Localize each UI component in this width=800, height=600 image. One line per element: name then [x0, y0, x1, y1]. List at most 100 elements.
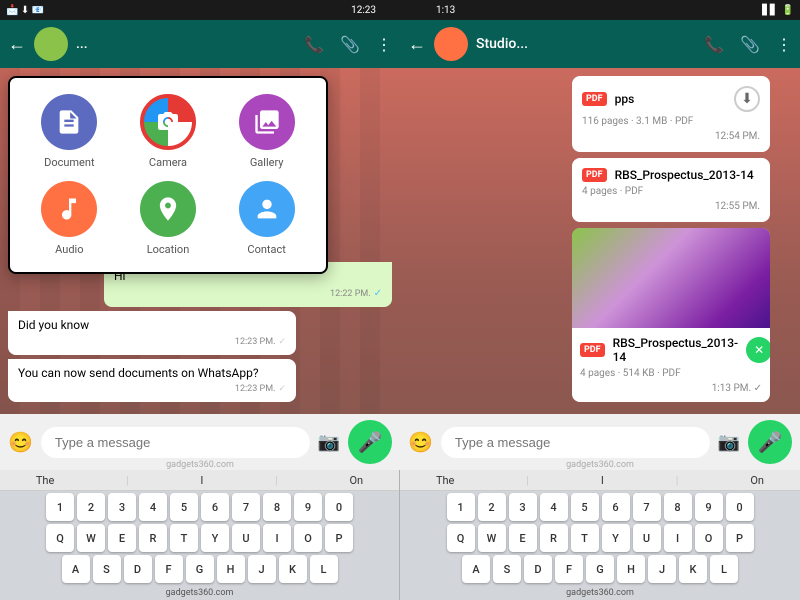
key-j[interactable]: J — [248, 555, 276, 583]
camera-button-left[interactable]: 📷 — [318, 432, 340, 453]
key-r-5[interactable]: 5 — [571, 493, 599, 521]
suggestion-right-3[interactable]: On — [750, 474, 764, 487]
key-4[interactable]: 4 — [139, 493, 167, 521]
mic-button-right[interactable]: 🎤 — [748, 420, 792, 464]
attach-camera[interactable]: Camera — [125, 94, 212, 169]
key-y[interactable]: Y — [201, 524, 229, 552]
key-t[interactable]: T — [170, 524, 198, 552]
key-r-a[interactable]: A — [462, 555, 490, 583]
camera-button-right[interactable]: 📷 — [718, 432, 740, 453]
key-r-1[interactable]: 1 — [447, 493, 475, 521]
key-r-h[interactable]: H — [617, 555, 645, 583]
key-6[interactable]: 6 — [201, 493, 229, 521]
attach-contact[interactable]: Contact — [223, 181, 310, 256]
suggestion-right-1[interactable]: The — [436, 474, 454, 487]
message-input-left[interactable] — [41, 427, 310, 458]
msg-documents: You can now send documents on WhatsApp? … — [8, 359, 296, 402]
right-time: 1:13 — [436, 5, 455, 16]
key-r-i[interactable]: I — [664, 524, 692, 552]
key-i[interactable]: I — [263, 524, 291, 552]
key-u[interactable]: U — [232, 524, 260, 552]
more-icon-right[interactable]: ⋮ — [776, 35, 792, 54]
key-r-l[interactable]: L — [710, 555, 738, 583]
key-r-s[interactable]: S — [493, 555, 521, 583]
back-button-left[interactable]: ← — [8, 34, 26, 55]
key-r-r[interactable]: R — [540, 524, 568, 552]
status-bar: 📩 ⬇ 📧 12:23 1:13 ▋▋ 🔋 — [0, 0, 800, 20]
message-input-right[interactable] — [441, 427, 710, 458]
key-r-9[interactable]: 9 — [695, 493, 723, 521]
key-r-t[interactable]: T — [571, 524, 599, 552]
key-r-p[interactable]: P — [726, 524, 754, 552]
key-r-q[interactable]: Q — [447, 524, 475, 552]
key-5[interactable]: 5 — [170, 493, 198, 521]
key-2[interactable]: 2 — [77, 493, 105, 521]
signal-icon: ▋▋ — [762, 5, 777, 16]
key-r-j[interactable]: J — [648, 555, 676, 583]
key-r-f[interactable]: F — [555, 555, 583, 583]
key-q[interactable]: Q — [46, 524, 74, 552]
key-d[interactable]: D — [124, 555, 152, 583]
emoji-button-left[interactable]: 😊 — [8, 430, 33, 454]
key-r-g[interactable]: G — [586, 555, 614, 583]
phone-icon-right[interactable]: 📞 — [704, 35, 724, 54]
key-r-e[interactable]: E — [509, 524, 537, 552]
back-button-right[interactable]: ← — [408, 34, 426, 55]
key-w[interactable]: W — [77, 524, 105, 552]
key-1[interactable]: 1 — [46, 493, 74, 521]
key-g[interactable]: G — [186, 555, 214, 583]
key-r-d[interactable]: D — [524, 555, 552, 583]
msg-doc-time: 12:23 PM. — [235, 383, 276, 396]
key-e[interactable]: E — [108, 524, 136, 552]
key-o[interactable]: O — [294, 524, 322, 552]
key-h[interactable]: H — [217, 555, 245, 583]
right-keyboard-suggestions: The | I | On — [400, 470, 800, 491]
key-r-7[interactable]: 7 — [633, 493, 661, 521]
key-0[interactable]: 0 — [325, 493, 353, 521]
more-icon-left[interactable]: ⋮ — [376, 35, 392, 54]
pdf-download-1[interactable]: ⬇ — [734, 86, 760, 112]
phone-icon-left[interactable]: 📞 — [304, 35, 324, 54]
key-r-2[interactable]: 2 — [478, 493, 506, 521]
paperclip-icon-left[interactable]: 📎 — [340, 35, 360, 54]
contact-label: Contact — [247, 243, 285, 256]
key-l[interactable]: L — [310, 555, 338, 583]
watermark-left: gadgets360.com — [166, 460, 234, 470]
key-r-6[interactable]: 6 — [602, 493, 630, 521]
asdf-row-left: A S D F G H J K L — [2, 555, 397, 583]
key-r[interactable]: R — [139, 524, 167, 552]
attach-audio[interactable]: Audio — [26, 181, 113, 256]
left-panel: ← ... 📞 📎 ⋮ — [0, 20, 400, 470]
key-k[interactable]: K — [279, 555, 307, 583]
key-r-o[interactable]: O — [695, 524, 723, 552]
key-3[interactable]: 3 — [108, 493, 136, 521]
suggestion-left-3[interactable]: On — [349, 474, 363, 487]
key-8[interactable]: 8 — [263, 493, 291, 521]
key-r-3[interactable]: 3 — [509, 493, 537, 521]
cancel-button[interactable]: ✕ — [746, 337, 770, 363]
key-a[interactable]: A — [62, 555, 90, 583]
suggestion-left-1[interactable]: The — [36, 474, 54, 487]
paperclip-icon-right[interactable]: 📎 — [740, 35, 760, 54]
emoji-button-right[interactable]: 😊 — [408, 430, 433, 454]
attach-document[interactable]: Document — [26, 94, 113, 169]
attach-gallery[interactable]: Gallery — [223, 94, 310, 169]
key-s[interactable]: S — [93, 555, 121, 583]
suggestion-left-2[interactable]: I — [200, 474, 203, 487]
key-r-8[interactable]: 8 — [664, 493, 692, 521]
key-p[interactable]: P — [325, 524, 353, 552]
key-r-w[interactable]: W — [478, 524, 506, 552]
key-r-4[interactable]: 4 — [540, 493, 568, 521]
mic-button-left[interactable]: 🎤 — [348, 420, 392, 464]
key-7[interactable]: 7 — [232, 493, 260, 521]
key-9[interactable]: 9 — [294, 493, 322, 521]
key-r-y[interactable]: Y — [602, 524, 630, 552]
attach-location[interactable]: Location — [125, 181, 212, 256]
pdf-name-2: RBS_Prospectus_2013-14 — [615, 168, 760, 182]
key-f[interactable]: F — [155, 555, 183, 583]
key-r-k[interactable]: K — [679, 555, 707, 583]
pdf-msg-3: PDF RBS_Prospectus_2013-14 ✕ 4 pages · 5… — [572, 328, 770, 402]
suggestion-right-2[interactable]: I — [601, 474, 604, 487]
key-r-u[interactable]: U — [633, 524, 661, 552]
key-r-0[interactable]: 0 — [726, 493, 754, 521]
